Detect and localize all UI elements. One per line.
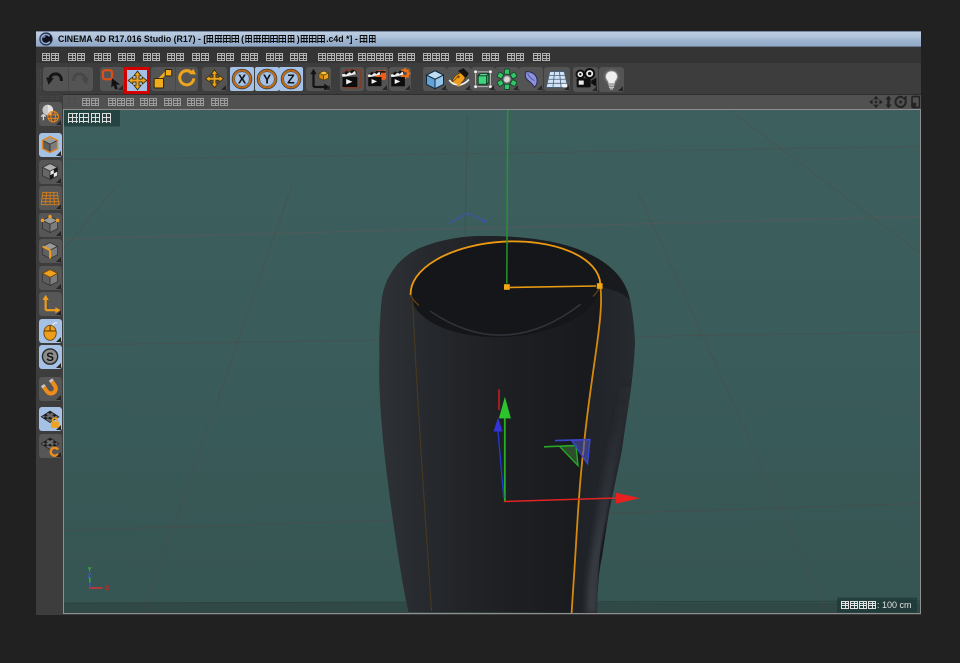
svg-text:S: S — [46, 352, 54, 364]
svg-text:X: X — [238, 73, 247, 87]
svg-text:Y: Y — [262, 73, 271, 87]
svg-text:Z: Z — [287, 73, 295, 87]
